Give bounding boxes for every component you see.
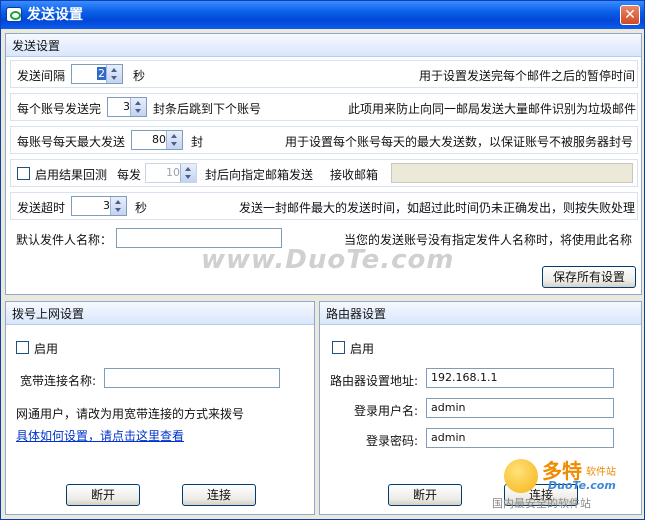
watermark-site: DuoTe.com	[548, 479, 616, 492]
interval-value: 2	[97, 67, 106, 80]
arrow-up-icon[interactable]	[115, 200, 121, 204]
timeout-label: 发送超时	[17, 201, 66, 215]
router-addr-input[interactable]: 192.168.1.1	[426, 368, 614, 388]
per-account-suffix: 封条后跳到下个账号	[153, 102, 262, 116]
dialup-note: 网通用户，请改为用宽带连接的方式来拨号	[16, 407, 245, 421]
dialup-disconnect-button[interactable]: 断开	[66, 484, 140, 506]
router-addr-label: 路由器设置地址:	[330, 374, 419, 388]
per-account-label: 每个账号发送完	[17, 102, 102, 116]
send-settings-window: 发送设置 ✕ 发送设置 发送间隔 2 秒 用于设置发送完每个邮件之后的暂停时间 …	[0, 0, 645, 520]
dialup-connect-button[interactable]: 连接	[182, 484, 256, 506]
daily-max-value: 80	[152, 133, 166, 146]
arrow-down-icon[interactable]	[171, 142, 177, 146]
router-enable-checkbox[interactable]	[332, 341, 345, 354]
feedback-row: 启用结果回测 每发 10 封后向指定邮箱发送 接收邮箱	[10, 159, 638, 187]
conn-name-input[interactable]	[104, 368, 280, 388]
arrow-up-icon[interactable]	[185, 167, 191, 171]
arrow-down-icon[interactable]	[115, 208, 121, 212]
timeout-desc: 发送一封邮件最大的发送时间，如超过此时间仍未正确发出，则按失败处理	[239, 201, 636, 215]
close-button[interactable]: ✕	[620, 5, 640, 25]
daily-max-desc: 用于设置每个账号每天的最大发送数，以保证账号不被服务器封号	[285, 135, 634, 149]
app-icon	[6, 7, 22, 22]
router-user-input[interactable]: admin	[426, 398, 614, 418]
dialup-enable-label: 启用	[34, 342, 59, 356]
dialup-panel: 拨号上网设置 启用 宽带连接名称: 网通用户，请改为用宽带连接的方式来拨号 具体…	[5, 301, 315, 515]
interval-unit: 秒	[133, 69, 146, 83]
timeout-stepper[interactable]: 3	[71, 196, 127, 216]
sender-name-label: 默认发件人名称：	[16, 233, 113, 247]
feedback-checkbox[interactable]	[17, 167, 30, 180]
smiley-logo-icon	[504, 459, 538, 493]
router-disconnect-button[interactable]: 断开	[388, 484, 462, 506]
timeout-row: 发送超时 3 秒 发送一封邮件最大的发送时间，如超过此时间仍未正确发出，则按失败…	[10, 192, 638, 220]
stepper-arrows[interactable]	[106, 65, 122, 83]
router-user-label: 登录用户名:	[354, 404, 419, 418]
interval-label: 发送间隔	[17, 69, 66, 83]
router-title: 路由器设置	[326, 307, 387, 321]
dialup-help-link[interactable]: 具体如何设置，请点击这里查看	[16, 427, 184, 444]
receive-email-label: 接收邮箱	[330, 168, 379, 182]
router-enable-label: 启用	[350, 342, 375, 356]
arrow-up-icon[interactable]	[111, 68, 117, 72]
stepper-arrows[interactable]	[166, 131, 182, 149]
send-settings-header: 发送设置	[6, 34, 641, 57]
daily-max-stepper[interactable]: 80	[131, 130, 183, 150]
window-title: 发送设置	[27, 7, 83, 23]
timeout-unit: 秒	[135, 201, 148, 215]
stepper-arrows[interactable]	[110, 197, 126, 215]
conn-name-label: 宽带连接名称:	[20, 374, 97, 388]
stepper-arrows[interactable]	[180, 164, 196, 182]
watermark-logo: 多特 软件站 DuoTe.com 国内最安全的软件站	[492, 451, 636, 513]
interval-row: 发送间隔 2 秒 用于设置发送完每个邮件之后的暂停时间	[10, 60, 638, 88]
save-all-button[interactable]: 保存所有设置	[542, 266, 636, 288]
daily-max-label: 每账号每天最大发送	[17, 135, 126, 149]
arrow-up-icon[interactable]	[171, 134, 177, 138]
feedback-label: 启用结果回测	[35, 168, 108, 182]
watermark-brand-sub: 软件站	[586, 467, 616, 478]
stepper-arrows[interactable]	[130, 98, 146, 116]
receive-email-input[interactable]	[391, 163, 633, 183]
router-header: 路由器设置	[320, 302, 641, 325]
interval-stepper[interactable]: 2	[71, 64, 123, 84]
feedback-value: 10	[166, 166, 180, 179]
watermark-slogan: 国内最安全的软件站	[492, 497, 591, 510]
arrow-down-icon[interactable]	[111, 76, 117, 80]
arrow-down-icon[interactable]	[135, 109, 141, 113]
watermark-center: www.DuoTe.com	[201, 245, 455, 275]
daily-max-row: 每账号每天最大发送 80 封 用于设置每个账号每天的最大发送数，以保证账号不被服…	[10, 126, 638, 154]
dialup-header: 拨号上网设置	[6, 302, 314, 325]
feedback-every-label: 每发	[117, 168, 142, 182]
daily-max-unit: 封	[191, 135, 204, 149]
feedback-stepper[interactable]: 10	[145, 163, 197, 183]
timeout-value: 3	[103, 199, 110, 212]
per-account-stepper[interactable]: 3	[107, 97, 147, 117]
per-account-desc: 此项用来防止向同一邮局发送大量邮件识别为垃圾邮件	[348, 102, 637, 116]
router-pass-label: 登录密码:	[366, 434, 419, 448]
title-bar[interactable]: 发送设置 ✕	[1, 1, 644, 29]
per-account-value: 3	[123, 100, 130, 113]
feedback-after-label: 封后向指定邮箱发送	[205, 168, 314, 182]
per-account-row: 每个账号发送完 3 封条后跳到下个账号 此项用来防止向同一邮局发送大量邮件识别为…	[10, 93, 638, 121]
arrow-up-icon[interactable]	[135, 101, 141, 105]
interval-desc: 用于设置发送完每个邮件之后的暂停时间	[419, 69, 636, 83]
dialup-title: 拨号上网设置	[12, 307, 85, 321]
arrow-down-icon[interactable]	[185, 175, 191, 179]
router-pass-input[interactable]: admin	[426, 428, 614, 448]
dialup-enable-checkbox[interactable]	[16, 341, 29, 354]
send-settings-title: 发送设置	[12, 39, 61, 53]
